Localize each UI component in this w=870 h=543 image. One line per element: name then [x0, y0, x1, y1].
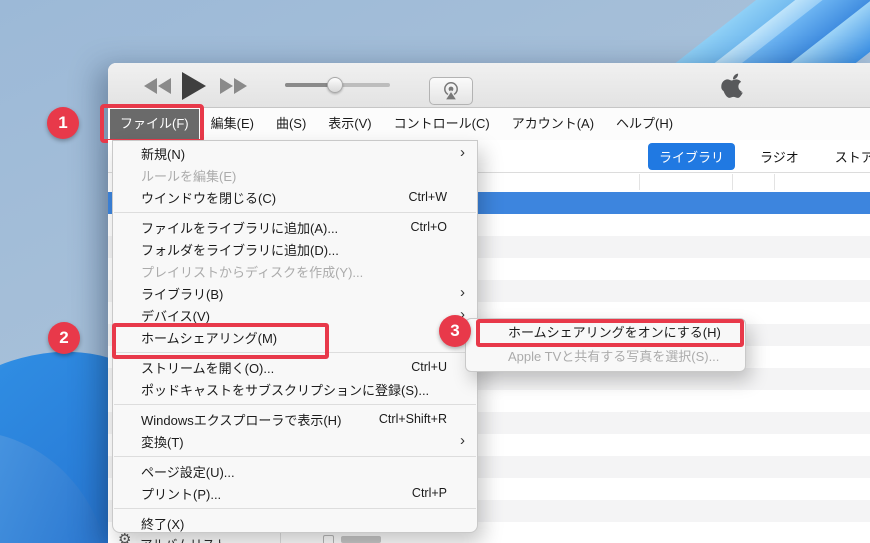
chevron-right-icon: ›	[460, 432, 465, 449]
menu-separator	[114, 456, 476, 457]
menu-item[interactable]: ライブラリ(B) ›	[113, 282, 477, 304]
menu-item[interactable]: プリント(P)... Ctrl+P ›	[113, 482, 477, 504]
menubar-item[interactable]: ヘルプ(H)	[606, 109, 683, 139]
step-badge-1: 1	[47, 107, 79, 139]
menu-item-label: 新規(N)	[141, 146, 186, 162]
tab[interactable]: ライブラリ	[648, 143, 736, 170]
menubar-item[interactable]: アカウント(A)	[502, 109, 604, 139]
menubar-item[interactable]: 表示(V)	[318, 109, 381, 139]
menu-item-label: Windowsエクスプローラで表示(H)	[141, 412, 342, 428]
menubar-item[interactable]: ファイル(F)	[100, 104, 204, 143]
itunes-toolbar	[108, 63, 870, 108]
menu-item-shortcut: Ctrl+P	[411, 486, 447, 500]
volume-slider[interactable]	[285, 77, 390, 93]
menu-item-label: ルールを編集(E)	[141, 168, 237, 184]
submenu-item-label: ホームシェアリングをオンにする(H)	[508, 325, 721, 340]
tab-label: ラジオ	[760, 150, 799, 165]
menu-item-label: ページ設定(U)...	[141, 464, 235, 480]
library-tabs: ライブラリ ラジオ ストア	[648, 141, 870, 172]
menubar-item-label: アカウント(A)	[511, 116, 595, 131]
menu-item-shortcut: Ctrl+W	[408, 190, 447, 204]
menu-item-label: ストリームを開く(O)...	[141, 360, 275, 376]
home-sharing-submenu: ホームシェアリングをオンにする(H) Apple TVと共有する写真を選択(S)…	[465, 318, 746, 372]
play-icon[interactable]	[182, 63, 206, 108]
rewind-icon[interactable]	[144, 63, 171, 108]
chevron-right-icon: ›	[460, 284, 465, 301]
menu-item-label: ファイルをライブラリに追加(A)...	[141, 220, 339, 236]
menu-item[interactable]: Windowsエクスプローラで表示(H) Ctrl+Shift+R ›	[113, 408, 477, 430]
menu-separator	[114, 352, 476, 353]
album-list-label[interactable]: アルバムリスト	[140, 534, 227, 543]
menu-item-label: プレイリストからディスクを作成(Y)...	[141, 264, 364, 280]
menu-separator	[114, 508, 476, 509]
menu-item[interactable]: 終了(X) ›	[113, 512, 477, 534]
menubar-item-label: 曲(S)	[275, 116, 307, 131]
tab[interactable]: ラジオ	[749, 143, 810, 170]
step-badge-3: 3	[439, 315, 471, 347]
apple-logo	[720, 73, 746, 103]
menu-item[interactable]: ポッドキャストをサブスクリプションに登録(S)... ›	[113, 378, 477, 400]
menu-item-label: 変換(T)	[141, 434, 184, 450]
menubar-item[interactable]: コントロール(C)	[384, 109, 500, 139]
menu-item-shortcut: Ctrl+Shift+R	[378, 412, 447, 426]
menu-item[interactable]: フォルダをライブラリに追加(D)... ›	[113, 238, 477, 260]
desktop: ファイル(F) 編集(E) 曲(S) 表示(V) コントロール(C) アカウント…	[0, 0, 870, 543]
menu-item-label: プリント(P)...	[141, 486, 222, 502]
menu-item-label: ライブラリ(B)	[141, 286, 224, 302]
chevron-right-icon: ›	[460, 144, 465, 161]
status-bar: ⚙ アルバムリスト	[108, 533, 478, 543]
menu-item-label: ホームシェアリング(M)	[141, 330, 278, 346]
itunes-window: ファイル(F) 編集(E) 曲(S) 表示(V) コントロール(C) アカウント…	[100, 63, 870, 543]
menu-item-label: ウインドウを閉じる(C)	[141, 190, 277, 206]
column-divider	[732, 174, 733, 190]
menu-item[interactable]: 変換(T) ›	[113, 430, 477, 452]
menubar-item[interactable]: 曲(S)	[266, 109, 316, 139]
track-checkbox[interactable]	[323, 535, 334, 543]
menu-item[interactable]: ストリームを開く(O)... Ctrl+U ›	[113, 356, 477, 378]
fast-forward-icon[interactable]	[220, 63, 247, 108]
menu-item[interactable]: 新規(N) ›	[113, 142, 477, 164]
menubar-item-label: 表示(V)	[328, 116, 372, 131]
submenu-item: Apple TVと共有する写真を選択(S)...	[466, 345, 745, 369]
status-divider	[280, 533, 281, 543]
menu-item-shortcut: Ctrl+O	[410, 220, 447, 234]
track-text-partial	[341, 536, 381, 543]
menu-item[interactable]: ウインドウを閉じる(C) Ctrl+W ›	[113, 186, 477, 208]
airplay-icon	[443, 82, 459, 101]
menu-item-label: デバイス(V)	[141, 308, 210, 324]
step-badge-2: 2	[48, 322, 80, 354]
menubar-item-label: ヘルプ(H)	[616, 116, 674, 131]
menu-item[interactable]: ホームシェアリング(M) ›	[112, 323, 477, 359]
menu-item-label: ポッドキャストをサブスクリプションに登録(S)...	[141, 382, 430, 398]
menu-bar: ファイル(F) 編集(E) 曲(S) 表示(V) コントロール(C) アカウント…	[100, 104, 870, 143]
column-divider	[639, 174, 640, 190]
menubar-item-label: ファイル(F)	[120, 116, 189, 131]
menu-separator	[114, 212, 476, 213]
submenu-item[interactable]: ホームシェアリングをオンにする(H)	[466, 319, 745, 347]
airplay-button[interactable]	[429, 77, 473, 105]
tab-label: ストア	[834, 150, 870, 165]
menu-item[interactable]: ファイルをライブラリに追加(A)... Ctrl+O ›	[113, 216, 477, 238]
menu-item-label: フォルダをライブラリに追加(D)...	[141, 242, 339, 258]
menubar-item[interactable]: 編集(E)	[201, 109, 264, 139]
menu-item: ルールを編集(E) ›	[113, 164, 477, 186]
column-divider	[774, 174, 775, 190]
tab[interactable]: ストア	[824, 143, 870, 170]
menu-item[interactable]: デバイス(V) ›	[113, 304, 477, 326]
menu-item: プレイリストからディスクを作成(Y)... ›	[113, 260, 477, 282]
menu-separator	[114, 404, 476, 405]
menubar-item-label: 編集(E)	[210, 116, 254, 131]
tab-label: ライブラリ	[659, 150, 725, 165]
file-menu: 新規(N) › ルールを編集(E) › ウインドウを閉じる(C) Ctrl+W …	[112, 140, 478, 533]
volume-thumb[interactable]	[327, 77, 343, 93]
menubar-item-label: コントロール(C)	[393, 116, 490, 131]
gear-icon[interactable]: ⚙	[118, 533, 131, 543]
submenu-item-label: Apple TVと共有する写真を選択(S)...	[508, 349, 720, 364]
menu-item-label: 終了(X)	[141, 516, 185, 532]
menu-item[interactable]: ページ設定(U)... ›	[113, 460, 477, 482]
